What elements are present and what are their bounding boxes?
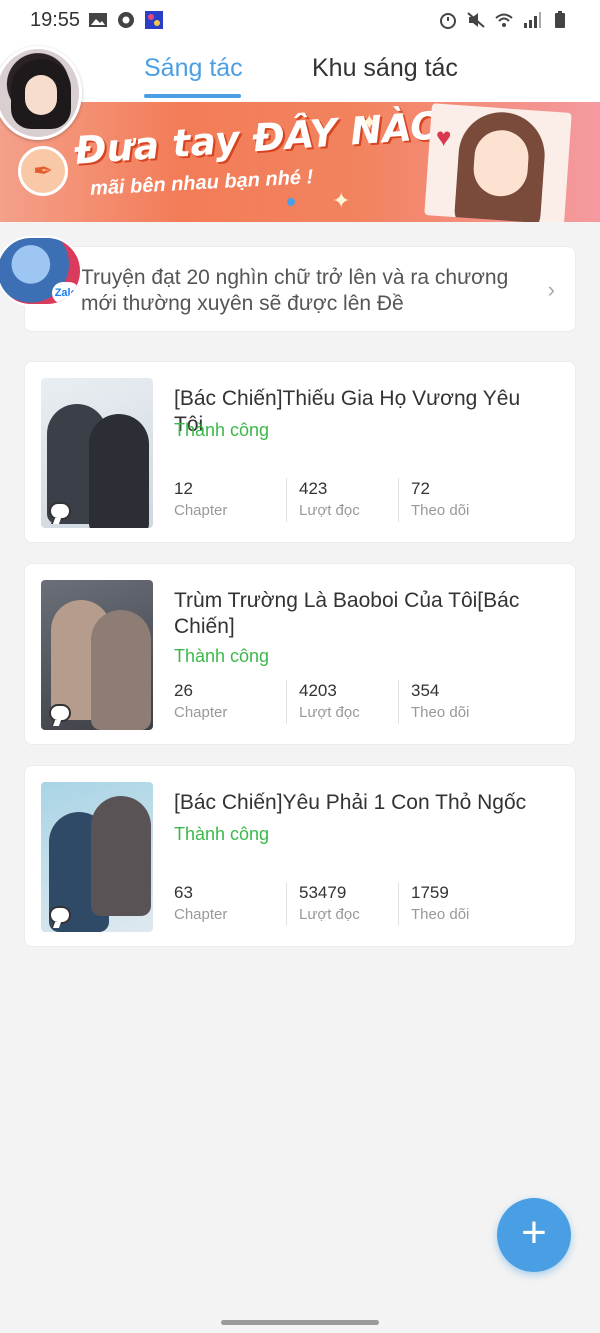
story-title: [Bác Chiến]Yêu Phải 1 Con Thỏ Ngốc xyxy=(174,791,527,814)
story-title: Trùm Trường Là Baoboi Của Tôi[Bác Chiến] xyxy=(174,589,520,638)
star-icon: ✦ xyxy=(332,188,351,213)
stat-follows: 1759 Theo dõi xyxy=(398,882,510,926)
stat-label: Chapter xyxy=(174,906,228,923)
top-header: Sáng tác Khu sáng tác xyxy=(0,40,600,102)
stat-value: 63 xyxy=(174,883,193,902)
comment-icon xyxy=(49,704,71,722)
story-status: Thành công xyxy=(174,420,270,440)
status-bar: 19:55 xyxy=(0,0,600,40)
status-time: 19:55 xyxy=(30,8,81,31)
story-cover xyxy=(41,378,153,528)
tab-sang-tac[interactable]: Sáng tác xyxy=(144,54,243,83)
banner-title: Đưa tay ĐÂY NÀO xyxy=(72,103,445,173)
alarm-icon xyxy=(440,13,456,29)
story-card[interactable]: [Bác Chiến]Thiếu Gia Họ Vương Yêu Tôi Th… xyxy=(24,361,576,543)
notice-card[interactable]: Truyện đạt 20 nghìn chữ trở lên và ra ch… xyxy=(24,246,576,332)
signal-icon xyxy=(524,12,541,28)
stat-chapter: 63 Chapter xyxy=(174,882,286,926)
story-cover xyxy=(41,580,153,730)
zalo-badge: Zalo xyxy=(52,282,80,304)
stat-value: 1759 xyxy=(411,883,449,902)
comment-icon xyxy=(49,906,71,924)
stat-label: Theo dõi xyxy=(411,502,470,519)
stat-value: 4203 xyxy=(299,681,337,700)
story-stats: 12 Chapter 423 Lượt đọc 72 Theo dõi xyxy=(174,478,510,522)
tab-khu-sang-tac[interactable]: Khu sáng tác xyxy=(312,54,458,83)
stat-label: Chapter xyxy=(174,502,228,519)
mute-icon xyxy=(467,12,485,28)
stat-label: Lượt đọc xyxy=(299,906,360,923)
story-card[interactable]: Trùm Trường Là Baoboi Của Tôi[Bác Chiến]… xyxy=(24,563,576,745)
notice-text: Truyện đạt 20 nghìn chữ trở lên và ra ch… xyxy=(81,266,509,315)
story-card[interactable]: [Bác Chiến]Yêu Phải 1 Con Thỏ Ngốc Thành… xyxy=(24,765,576,947)
active-tab-indicator xyxy=(144,94,241,98)
status-right xyxy=(438,11,570,29)
cover-figure xyxy=(89,414,149,528)
stat-reads: 53479 Lượt đọc xyxy=(286,882,398,926)
add-story-button[interactable]: + xyxy=(497,1198,571,1272)
app-icon xyxy=(145,11,164,29)
story-cover xyxy=(41,782,153,932)
avatar-face xyxy=(25,75,57,115)
stat-follows: 354 Theo dõi xyxy=(398,680,510,724)
plus-icon: + xyxy=(521,1208,547,1257)
stat-value: 72 xyxy=(411,479,430,498)
chevron-right-icon: › xyxy=(547,277,555,302)
heart-icon: ♥ xyxy=(436,122,452,152)
pen-icon: ✒ xyxy=(18,146,68,196)
wifi-icon xyxy=(495,13,513,27)
stat-value: 26 xyxy=(174,681,193,700)
story-stats: 63 Chapter 53479 Lượt đọc 1759 Theo dõi xyxy=(174,882,510,926)
stat-value: 354 xyxy=(411,681,440,700)
stat-value: 53479 xyxy=(299,883,347,902)
stat-label: Theo dõi xyxy=(411,704,470,721)
stat-value: 423 xyxy=(299,479,328,498)
comment-icon xyxy=(49,502,71,520)
stat-chapter: 12 Chapter xyxy=(174,478,286,522)
star-icon: ✦ xyxy=(360,110,379,135)
promo-banner[interactable]: ✒ Đưa tay ĐÂY NÀO mãi bên nhau bạn nhé !… xyxy=(0,102,600,222)
battery-icon xyxy=(555,11,565,28)
stat-label: Lượt đọc xyxy=(299,502,360,519)
banner-subtitle: mãi bên nhau bạn nhé ! xyxy=(89,166,314,200)
banner-page-indicator xyxy=(287,198,295,206)
story-status: Thành công xyxy=(174,824,270,844)
stat-reads: 423 Lượt đọc xyxy=(286,478,398,522)
stat-chapter: 26 Chapter xyxy=(174,680,286,724)
stat-label: Chapter xyxy=(174,704,228,721)
home-indicator[interactable] xyxy=(221,1320,379,1325)
cover-figure xyxy=(91,610,151,730)
status-left: 19:55 xyxy=(30,9,164,32)
floating-zalo-bubble[interactable]: Zalo xyxy=(0,236,82,306)
stat-follows: 72 Theo dõi xyxy=(398,478,510,522)
stat-value: 12 xyxy=(174,479,193,498)
stat-reads: 4203 Lượt đọc xyxy=(286,680,398,724)
stat-label: Lượt đọc xyxy=(299,704,360,721)
system-nav-bar xyxy=(0,1310,600,1333)
chrome-icon xyxy=(118,12,135,28)
cover-figure xyxy=(91,796,151,916)
stat-label: Theo dõi xyxy=(411,906,470,923)
story-status: Thành công xyxy=(174,646,270,666)
image-icon xyxy=(89,13,108,27)
story-stats: 26 Chapter 4203 Lượt đọc 354 Theo dõi xyxy=(174,680,510,724)
